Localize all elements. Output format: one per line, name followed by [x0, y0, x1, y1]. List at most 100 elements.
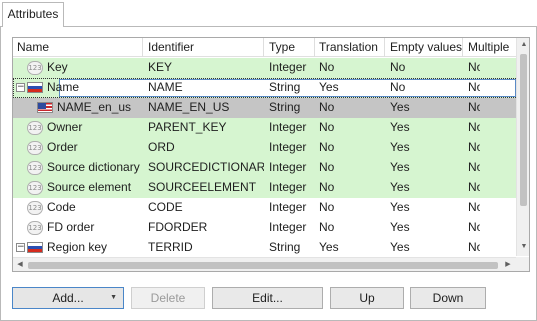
- row-multiple: No: [468, 220, 480, 234]
- row-empty-values: Yes: [390, 100, 410, 114]
- horizontal-scrollbar[interactable]: ◀ ▶: [13, 257, 516, 271]
- grid-rows: 123 Key KEY Integer No No No − Name NAME…: [13, 58, 516, 258]
- row-identifier: CODE: [148, 200, 183, 214]
- row-name: Owner: [47, 120, 83, 134]
- row-identifier: NAME_EN_US: [148, 100, 230, 114]
- row-translation: Yes: [319, 240, 339, 254]
- row-empty-values: No: [390, 60, 406, 74]
- row-translation: No: [319, 140, 335, 154]
- add-button[interactable]: Add... ▼: [12, 287, 124, 309]
- row-empty-values: Yes: [390, 160, 410, 174]
- integer-123-icon: 123: [27, 161, 43, 175]
- row-identifier: PARENT_KEY: [148, 120, 227, 134]
- table-row[interactable]: 123 Key KEY Integer No No No: [13, 58, 516, 78]
- row-translation: No: [319, 120, 335, 134]
- row-empty-values: Yes: [390, 240, 410, 254]
- row-name: Region key: [47, 240, 108, 254]
- russian-flag-icon: [27, 242, 43, 253]
- row-name: Order: [47, 140, 78, 154]
- row-type: String: [269, 80, 301, 94]
- column-header-multiple[interactable]: Multiple: [464, 38, 516, 57]
- row-name: NAME_en_us: [57, 100, 132, 114]
- row-name: FD order: [47, 220, 95, 234]
- row-multiple: No: [468, 140, 480, 154]
- row-translation: No: [319, 180, 335, 194]
- delete-button[interactable]: Delete: [131, 287, 205, 309]
- down-button[interactable]: Down: [410, 287, 486, 309]
- row-type: Integer: [269, 140, 307, 154]
- row-type: Integer: [269, 220, 307, 234]
- column-header-empty-values[interactable]: Empty values: [386, 38, 463, 57]
- add-button-label: Add...: [52, 291, 84, 305]
- table-row[interactable]: NAME_en_us NAME_EN_US String No Yes No: [13, 98, 516, 118]
- row-empty-values: Yes: [390, 220, 410, 234]
- row-translation: No: [319, 200, 335, 214]
- scroll-up-icon[interactable]: ▲: [517, 38, 529, 52]
- scroll-left-icon[interactable]: ◀: [13, 258, 27, 271]
- integer-123-icon: 123: [27, 221, 43, 235]
- row-empty-values: No: [390, 80, 406, 94]
- row-name: Key: [47, 60, 68, 74]
- column-header-type[interactable]: Type: [265, 38, 315, 57]
- row-type: Integer: [269, 160, 307, 174]
- chevron-down-icon[interactable]: ▼: [110, 288, 117, 308]
- row-type: String: [269, 240, 301, 254]
- russian-flag-icon: [27, 82, 43, 93]
- row-type: Integer: [269, 60, 307, 74]
- edit-button[interactable]: Edit...: [212, 287, 323, 309]
- row-name: Source element: [47, 180, 132, 194]
- table-row[interactable]: 123 Source element SOURCEELEMENT Integer…: [13, 178, 516, 198]
- row-translation: No: [319, 220, 335, 234]
- up-button[interactable]: Up: [330, 287, 404, 309]
- grid-header: Name Identifier Type Translation Empty v…: [13, 38, 516, 57]
- scroll-right-icon[interactable]: ▶: [501, 258, 515, 271]
- row-identifier: TERRID: [148, 240, 193, 254]
- table-row[interactable]: 123 Source dictionary SOURCEDICTIONARY I…: [13, 158, 516, 178]
- column-header-translation[interactable]: Translation: [315, 38, 385, 57]
- table-row[interactable]: 123 Order ORD Integer No Yes No: [13, 138, 516, 158]
- us-flag-icon: [37, 102, 53, 113]
- row-name: Code: [47, 200, 76, 214]
- integer-123-icon: 123: [27, 61, 43, 75]
- collapse-icon[interactable]: −: [16, 83, 25, 92]
- row-multiple: No: [468, 240, 480, 254]
- row-multiple: No: [468, 200, 480, 214]
- row-empty-values: Yes: [390, 120, 410, 134]
- row-multiple: No: [468, 80, 480, 94]
- column-header-name[interactable]: Name: [13, 38, 143, 57]
- tab-bar: Attributes: [0, 0, 537, 27]
- row-multiple: No: [468, 120, 480, 134]
- row-multiple: No: [468, 180, 480, 194]
- column-header-identifier[interactable]: Identifier: [144, 38, 264, 57]
- attributes-grid: Name Identifier Type Translation Empty v…: [12, 37, 530, 272]
- integer-123-icon: 123: [27, 141, 43, 155]
- collapse-icon[interactable]: −: [16, 243, 25, 252]
- horizontal-scroll-thumb[interactable]: [28, 262, 498, 269]
- row-translation: No: [319, 160, 335, 174]
- scrollbar-corner: [516, 257, 529, 271]
- table-row[interactable]: 123 FD order FDORDER Integer No Yes No: [13, 218, 516, 238]
- row-empty-values: Yes: [390, 140, 410, 154]
- scroll-down-icon[interactable]: ▼: [517, 240, 529, 254]
- row-type: Integer: [269, 120, 307, 134]
- integer-123-icon: 123: [27, 201, 43, 215]
- row-identifier: ORD: [148, 140, 175, 154]
- row-identifier: FDORDER: [148, 220, 208, 234]
- tab-attributes[interactable]: Attributes: [2, 2, 64, 27]
- table-row[interactable]: − Name NAME String Yes No No: [13, 78, 516, 98]
- table-row[interactable]: 123 Code CODE Integer No Yes No: [13, 198, 516, 218]
- integer-123-icon: 123: [27, 181, 43, 195]
- row-translation: No: [319, 100, 335, 114]
- row-type: Integer: [269, 200, 307, 214]
- row-identifier: NAME: [148, 80, 183, 94]
- table-row[interactable]: 123 Owner PARENT_KEY Integer No Yes No: [13, 118, 516, 138]
- row-name: Source dictionary: [47, 160, 140, 174]
- row-multiple: No: [468, 160, 480, 174]
- row-identifier: KEY: [148, 60, 173, 74]
- table-row[interactable]: − Region key TERRID String Yes Yes No: [13, 238, 516, 258]
- row-translation: No: [319, 60, 335, 74]
- integer-123-icon: 123: [27, 121, 43, 135]
- vertical-scrollbar[interactable]: ▲ ▼: [516, 38, 529, 256]
- vertical-scroll-thumb[interactable]: [520, 54, 527, 206]
- row-translation: Yes: [319, 80, 339, 94]
